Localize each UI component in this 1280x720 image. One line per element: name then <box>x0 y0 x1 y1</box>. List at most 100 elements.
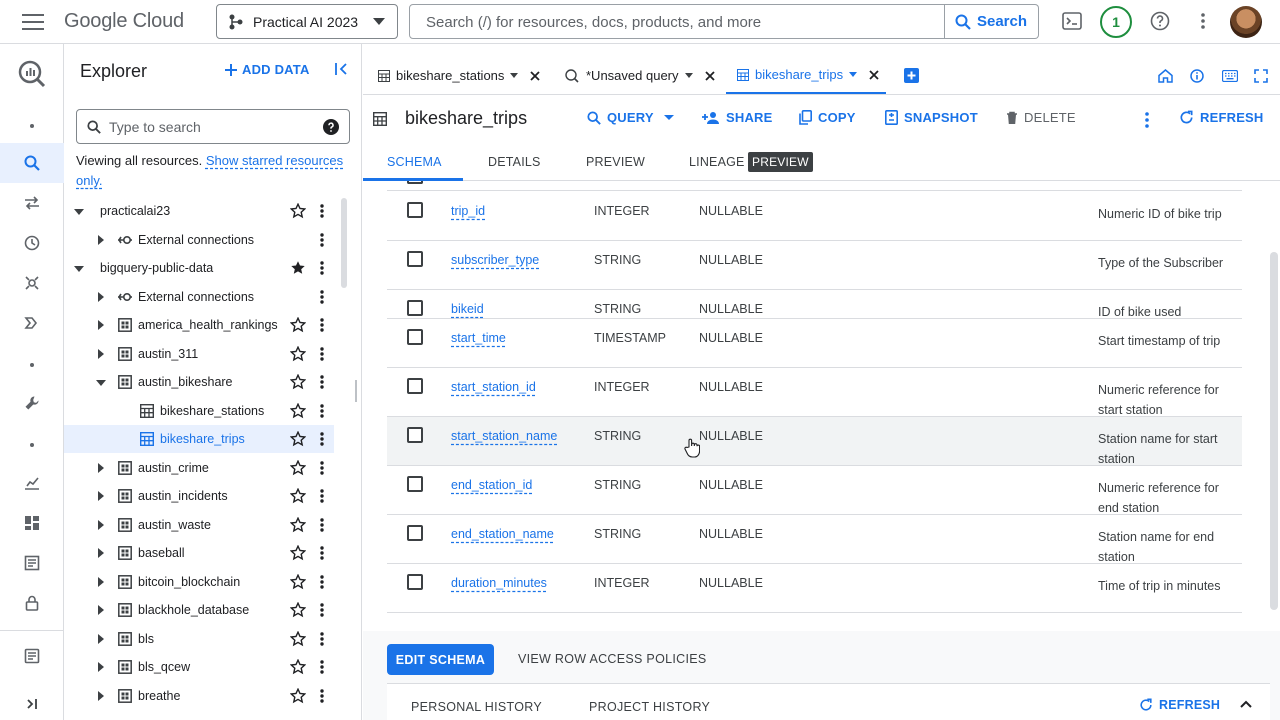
tab-details[interactable]: DETAILS <box>488 155 541 169</box>
expand-more-icon[interactable] <box>98 348 104 359</box>
star-outline-icon[interactable] <box>290 345 306 362</box>
schema-row[interactable]: end_station_id STRING NULLABLE Numeric refe… <box>387 466 1242 515</box>
more-vert-icon[interactable] <box>319 346 325 361</box>
refresh-button[interactable]: REFRESH <box>1179 110 1264 125</box>
help-filled-icon[interactable] <box>323 119 339 135</box>
expand-more-icon[interactable] <box>98 690 104 701</box>
row-checkbox[interactable] <box>407 378 423 394</box>
tab-bikeshare-stations[interactable]: bikeshare_stations <box>378 57 541 94</box>
capacity-icon[interactable] <box>0 543 64 583</box>
tab-lineage[interactable]: LINEAGE <box>689 155 745 169</box>
more-vert-icon[interactable] <box>319 204 325 218</box>
schema-row[interactable]: bikeid STRING NULLABLE ID of bike used <box>387 290 1242 319</box>
notification-badge[interactable]: 1 <box>1100 6 1132 38</box>
star-outline-icon[interactable] <box>290 573 306 590</box>
tree-row[interactable]: austin_waste <box>64 511 334 539</box>
new-tab-plus-icon[interactable] <box>904 68 919 83</box>
expand-more-icon[interactable] <box>98 576 104 587</box>
schema-row[interactable]: duration_minutes INTEGER NULLABLE Time of t… <box>387 564 1242 613</box>
star-outline-icon[interactable] <box>290 402 306 419</box>
more-vert-icon[interactable] <box>319 232 325 247</box>
dashboard-icon[interactable] <box>0 503 64 543</box>
tab-personal-history[interactable]: PERSONAL HISTORY <box>411 700 542 714</box>
fullscreen-icon[interactable] <box>1254 69 1268 83</box>
expand-more-icon[interactable] <box>98 519 104 530</box>
monitoring-chart-icon[interactable] <box>0 463 64 503</box>
row-checkbox[interactable] <box>407 202 423 218</box>
close-icon[interactable] <box>704 70 715 81</box>
row-checkbox[interactable] <box>407 574 423 590</box>
star-outline-icon[interactable] <box>290 374 306 390</box>
help-icon[interactable] <box>1150 11 1170 31</box>
expand-more-icon[interactable] <box>98 291 104 302</box>
expand-rail-icon[interactable] <box>0 684 64 720</box>
panel-resize-handle[interactable] <box>355 380 357 402</box>
field-name-link[interactable]: subscriber_type <box>451 253 539 267</box>
more-vert-icon[interactable] <box>319 574 325 589</box>
more-vert-icon[interactable] <box>319 546 325 560</box>
add-data-button[interactable]: ADD DATA <box>224 62 310 77</box>
analytics-hub-icon[interactable] <box>0 263 64 303</box>
lock-icon[interactable] <box>0 583 64 623</box>
dataform-icon[interactable] <box>0 303 64 343</box>
expand-less-icon[interactable] <box>74 266 84 272</box>
tree-row[interactable]: austin_incidents <box>64 482 334 510</box>
release-notes-icon[interactable] <box>0 636 64 676</box>
schema-row[interactable]: start_station_id INTEGER NULLABLE Numeric r… <box>387 368 1242 417</box>
field-name-link[interactable]: bikeid <box>451 302 484 316</box>
field-name-link[interactable]: trip_id <box>451 204 485 218</box>
tree-row[interactable]: bikeshare_stations <box>64 397 334 425</box>
tree-row[interactable]: bitcoin_blockchain <box>64 568 334 596</box>
field-name-link[interactable]: start_station_name <box>451 429 557 443</box>
more-vert-icon[interactable] <box>1143 111 1151 129</box>
row-checkbox[interactable] <box>407 300 423 316</box>
close-icon[interactable] <box>869 69 879 80</box>
keyboard-icon[interactable] <box>1222 70 1238 82</box>
expand-more-icon[interactable] <box>98 234 104 245</box>
tree-row[interactable]: blackhole_database <box>64 596 334 624</box>
tab-bikeshare-trips[interactable]: bikeshare_trips <box>726 57 886 94</box>
star-outline-icon[interactable] <box>290 516 306 533</box>
tree-row[interactable]: america_health_rankings <box>64 311 334 339</box>
schema-row[interactable]: end_station_name STRING NULLABLE Station na… <box>387 515 1242 564</box>
chevron-up-icon[interactable] <box>1240 700 1252 708</box>
field-name-link[interactable]: start_time <box>451 331 506 345</box>
tab-unsaved-query[interactable]: *Unsaved query <box>565 57 715 94</box>
tree-row[interactable]: breathe <box>64 682 334 710</box>
tab-preview[interactable]: PREVIEW <box>586 155 645 169</box>
collapse-panel-icon[interactable] <box>334 61 350 77</box>
rail-search-icon[interactable] <box>0 143 64 183</box>
view-row-access-policies-button[interactable]: VIEW ROW ACCESS POLICIES <box>518 652 707 666</box>
copy-button[interactable]: COPY <box>799 110 856 125</box>
header-checkbox[interactable] <box>407 181 423 184</box>
star-outline-icon[interactable] <box>290 545 306 561</box>
star-outline-icon[interactable] <box>290 203 306 219</box>
delete-button[interactable]: DELETE <box>1006 110 1076 125</box>
expand-more-icon[interactable] <box>98 633 104 644</box>
schema-row[interactable]: start_station_name STRING NULLABLE Station … <box>387 417 1242 466</box>
snapshot-button[interactable]: SNAPSHOT <box>885 110 978 125</box>
explorer-scrollbar[interactable] <box>341 198 347 288</box>
share-button[interactable]: SHARE <box>702 110 773 125</box>
expand-less-icon[interactable] <box>96 380 106 386</box>
expand-more-icon[interactable] <box>98 605 104 615</box>
more-vert-icon[interactable] <box>319 489 325 503</box>
edit-schema-button[interactable]: EDIT SCHEMA <box>387 644 494 675</box>
more-vert-icon[interactable] <box>319 432 325 446</box>
tree-row[interactable]: bls_qcew <box>64 653 334 681</box>
tab-project-history[interactable]: PROJECT HISTORY <box>589 700 710 714</box>
more-vert-icon[interactable] <box>319 460 325 475</box>
tree-row[interactable]: austin_crime <box>64 454 334 482</box>
tree-row[interactable]: austin_311 <box>64 340 334 368</box>
star-outline-icon[interactable] <box>290 317 306 333</box>
transfers-icon[interactable] <box>0 183 64 223</box>
row-checkbox[interactable] <box>407 476 423 492</box>
chevron-down-icon[interactable] <box>684 73 693 78</box>
project-picker[interactable]: Practical AI 2023 <box>216 4 398 39</box>
tree-row[interactable]: austin_bikeshare <box>64 368 334 396</box>
tree-row[interactable]: bls <box>64 625 334 653</box>
tree-row[interactable]: External connections <box>64 283 334 311</box>
more-vert-icon[interactable] <box>319 289 325 304</box>
expand-more-icon[interactable] <box>98 320 104 330</box>
expand-less-icon[interactable] <box>74 209 84 215</box>
